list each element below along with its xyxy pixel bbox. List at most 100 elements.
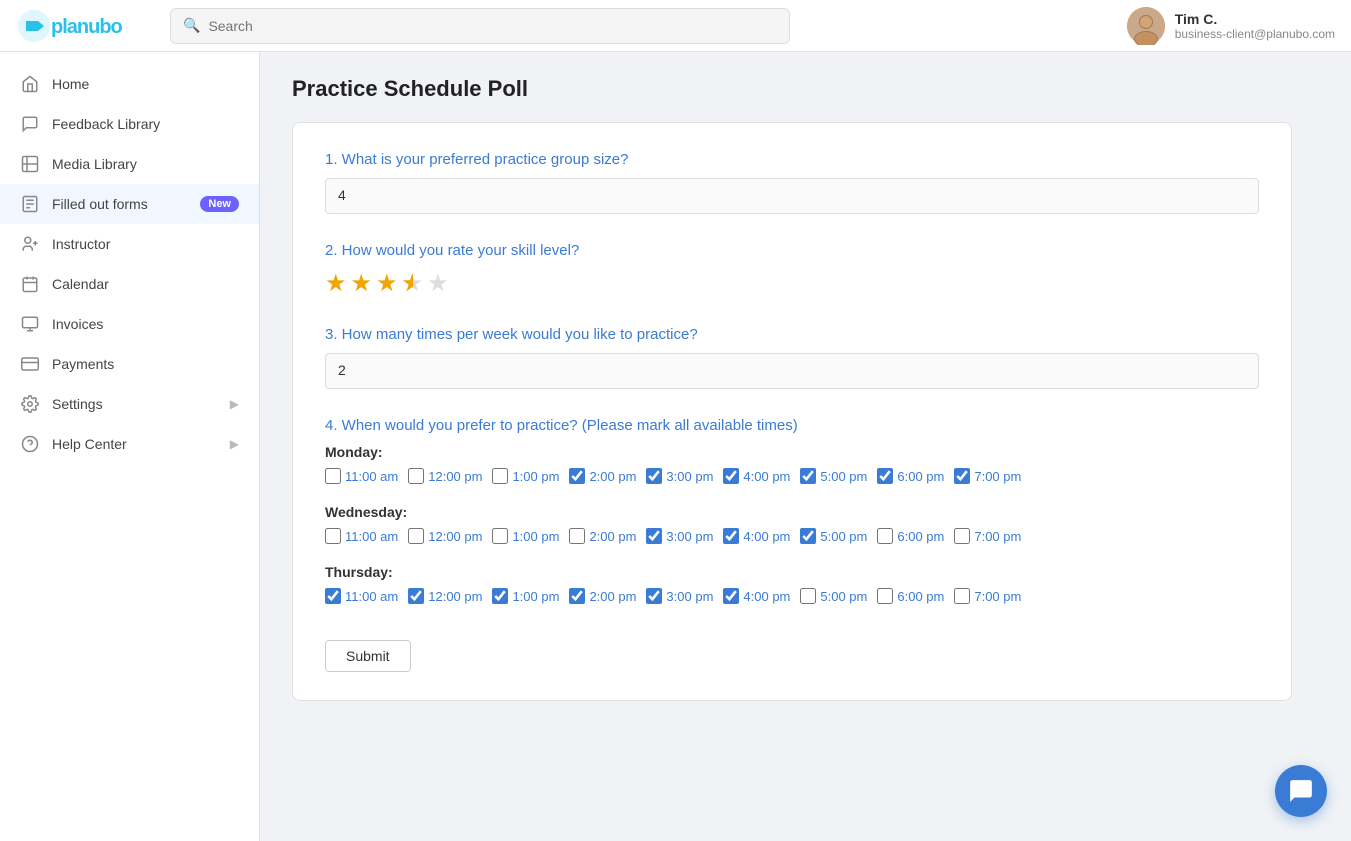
checkbox-day0_slot2[interactable] — [492, 468, 508, 484]
time-label-day2_slot0[interactable]: 11:00 am — [345, 589, 398, 604]
sidebar-item-label-payments: Payments — [52, 355, 239, 373]
time-label-day0_slot6[interactable]: 5:00 pm — [820, 469, 867, 484]
checkbox-day1_slot2[interactable] — [492, 528, 508, 544]
day-label-2: Thursday: — [325, 564, 1259, 580]
checkbox-day1_slot5[interactable] — [723, 528, 739, 544]
sidebar-item-help-center[interactable]: Help Center▶ — [0, 424, 259, 464]
checkbox-day2_slot8[interactable] — [954, 588, 970, 604]
time-label-day1_slot7[interactable]: 6:00 pm — [897, 529, 944, 544]
checkbox-day2_slot3[interactable] — [569, 588, 585, 604]
time-label-day2_slot1[interactable]: 12:00 pm — [428, 589, 482, 604]
time-slot-day1_slot4: 3:00 pm — [646, 528, 713, 544]
submit-button[interactable]: Submit — [325, 640, 411, 672]
calendar-icon — [20, 274, 40, 294]
star-3: ★ — [376, 269, 398, 298]
time-slot-day0_slot2: 1:00 pm — [492, 468, 559, 484]
checkbox-day1_slot8[interactable] — [954, 528, 970, 544]
time-label-day0_slot0[interactable]: 11:00 am — [345, 469, 398, 484]
checkbox-day2_slot7[interactable] — [877, 588, 893, 604]
checkbox-day0_slot1[interactable] — [408, 468, 424, 484]
time-label-day1_slot1[interactable]: 12:00 pm — [428, 529, 482, 544]
time-label-day1_slot4[interactable]: 3:00 pm — [666, 529, 713, 544]
sidebar-item-feedback-library[interactable]: Feedback Library — [0, 104, 259, 144]
question-q1: 1. What is your preferred practice group… — [325, 151, 1259, 214]
logo: planubo — [16, 8, 146, 44]
search-bar[interactable]: 🔍 — [170, 8, 790, 44]
checkbox-day2_slot2[interactable] — [492, 588, 508, 604]
day-label-0: Monday: — [325, 444, 1259, 460]
checkbox-day0_slot6[interactable] — [800, 468, 816, 484]
checkbox-day0_slot7[interactable] — [877, 468, 893, 484]
time-label-day0_slot4[interactable]: 3:00 pm — [666, 469, 713, 484]
time-slot-day0_slot3: 2:00 pm — [569, 468, 636, 484]
sidebar-item-invoices[interactable]: Invoices — [0, 304, 259, 344]
checkbox-day1_slot1[interactable] — [408, 528, 424, 544]
checkbox-day2_slot1[interactable] — [408, 588, 424, 604]
time-label-day2_slot2[interactable]: 1:00 pm — [512, 589, 559, 604]
sidebar-item-filled-out-forms[interactable]: Filled out formsNew — [0, 184, 259, 224]
text-answer-q1: 4 — [325, 178, 1259, 214]
search-input[interactable] — [208, 18, 777, 34]
sidebar-item-calendar[interactable]: Calendar — [0, 264, 259, 304]
nav-arrow-icon: ▶ — [230, 397, 239, 411]
time-label-day2_slot8[interactable]: 7:00 pm — [974, 589, 1021, 604]
time-label-day2_slot3[interactable]: 2:00 pm — [589, 589, 636, 604]
time-label-day1_slot5[interactable]: 4:00 pm — [743, 529, 790, 544]
time-label-day1_slot8[interactable]: 7:00 pm — [974, 529, 1021, 544]
checkbox-day2_slot0[interactable] — [325, 588, 341, 604]
sidebar-item-label-invoices: Invoices — [52, 315, 239, 333]
time-slot-day2_slot3: 2:00 pm — [569, 588, 636, 604]
time-label-day2_slot6[interactable]: 5:00 pm — [820, 589, 867, 604]
topnav: planubo 🔍 Tim C. business-client@planubo… — [0, 0, 1351, 52]
checkbox-day0_slot0[interactable] — [325, 468, 341, 484]
time-label-day0_slot5[interactable]: 4:00 pm — [743, 469, 790, 484]
time-slot-day1_slot1: 12:00 pm — [408, 528, 482, 544]
home-icon — [20, 74, 40, 94]
chat-button[interactable] — [1275, 765, 1327, 817]
time-slot-day0_slot5: 4:00 pm — [723, 468, 790, 484]
checkbox-day1_slot3[interactable] — [569, 528, 585, 544]
time-label-day2_slot5[interactable]: 4:00 pm — [743, 589, 790, 604]
sidebar-item-media-library[interactable]: Media Library — [0, 144, 259, 184]
time-slot-day1_slot8: 7:00 pm — [954, 528, 1021, 544]
time-label-day2_slot7[interactable]: 6:00 pm — [897, 589, 944, 604]
time-label-day1_slot2[interactable]: 1:00 pm — [512, 529, 559, 544]
sidebar-item-home[interactable]: Home — [0, 64, 259, 104]
time-label-day1_slot6[interactable]: 5:00 pm — [820, 529, 867, 544]
time-label-day0_slot7[interactable]: 6:00 pm — [897, 469, 944, 484]
checkbox-day0_slot8[interactable] — [954, 468, 970, 484]
user-name: Tim C. — [1175, 11, 1335, 27]
page-title: Practice Schedule Poll — [292, 76, 1319, 102]
time-label-day0_slot2[interactable]: 1:00 pm — [512, 469, 559, 484]
checkbox-day1_slot6[interactable] — [800, 528, 816, 544]
time-label-day0_slot1[interactable]: 12:00 pm — [428, 469, 482, 484]
time-slot-day1_slot6: 5:00 pm — [800, 528, 867, 544]
time-label-day2_slot4[interactable]: 3:00 pm — [666, 589, 713, 604]
chat-icon — [20, 114, 40, 134]
checkbox-day2_slot6[interactable] — [800, 588, 816, 604]
main-content: Practice Schedule Poll 1. What is your p… — [260, 52, 1351, 841]
checkbox-day1_slot7[interactable] — [877, 528, 893, 544]
sidebar-item-payments[interactable]: Payments — [0, 344, 259, 384]
checkbox-day2_slot5[interactable] — [723, 588, 739, 604]
time-slot-day0_slot6: 5:00 pm — [800, 468, 867, 484]
checkbox-day0_slot3[interactable] — [569, 468, 585, 484]
search-icon: 🔍 — [183, 17, 200, 34]
time-slot-day2_slot4: 3:00 pm — [646, 588, 713, 604]
time-label-day0_slot3[interactable]: 2:00 pm — [589, 469, 636, 484]
checkbox-day1_slot0[interactable] — [325, 528, 341, 544]
sidebar-item-settings[interactable]: Settings▶ — [0, 384, 259, 424]
text-answer-q3: 2 — [325, 353, 1259, 389]
checkbox-day2_slot4[interactable] — [646, 588, 662, 604]
time-label-day1_slot3[interactable]: 2:00 pm — [589, 529, 636, 544]
checkbox-day1_slot4[interactable] — [646, 528, 662, 544]
chat-icon — [1288, 778, 1314, 804]
time-slot-day2_slot0: 11:00 am — [325, 588, 398, 604]
checkbox-day0_slot4[interactable] — [646, 468, 662, 484]
avatar — [1127, 7, 1165, 45]
sidebar-item-instructor[interactable]: Instructor — [0, 224, 259, 264]
time-label-day1_slot0[interactable]: 11:00 am — [345, 529, 398, 544]
time-label-day0_slot8[interactable]: 7:00 pm — [974, 469, 1021, 484]
checkbox-day0_slot5[interactable] — [723, 468, 739, 484]
forms-icon — [20, 194, 40, 214]
